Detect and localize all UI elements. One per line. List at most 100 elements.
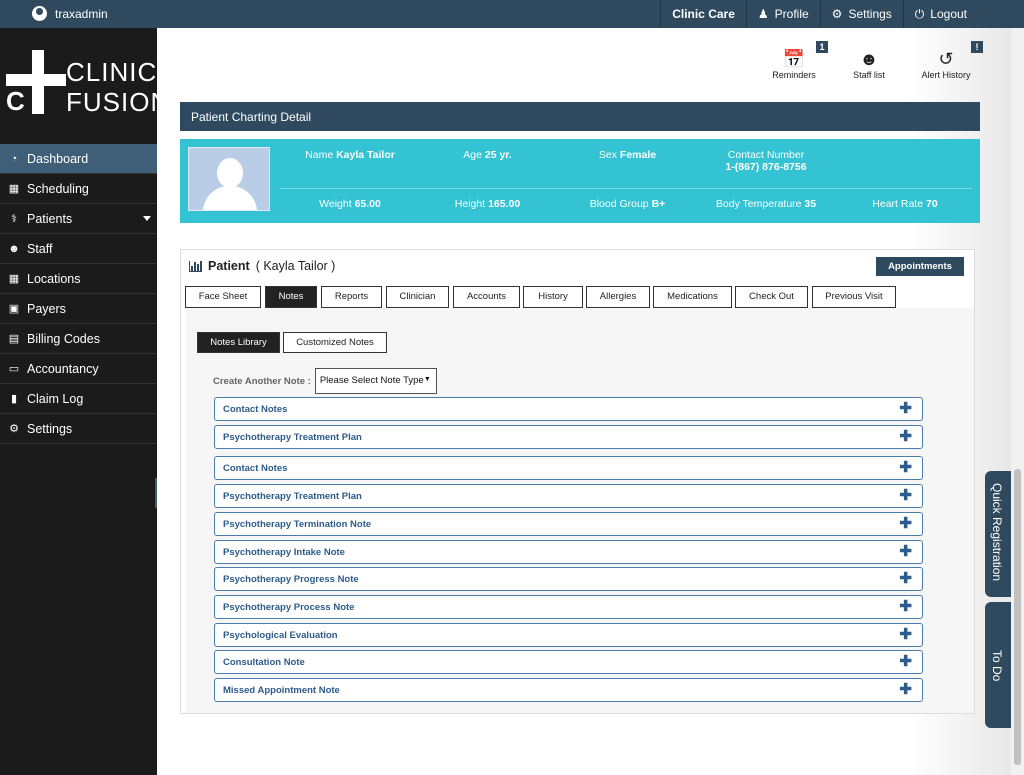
sidebar-item-label: Payers <box>27 301 66 316</box>
logout-label: Logout <box>930 7 967 21</box>
sidebar-item-locations[interactable]: ▦ Locations <box>0 264 157 294</box>
sidebar: C CLINIC FUSION ◔ Dashboard ▦ Scheduling ⚕… <box>0 28 169 775</box>
contact-label: Contact Number <box>727 149 805 161</box>
patient-age: 25 yr. <box>484 149 512 161</box>
hr-label: Heart Rate <box>872 198 924 210</box>
scrollbar[interactable] <box>1011 28 1024 775</box>
sex-label: Sex <box>598 149 617 161</box>
patient-sex-field: Sex Female <box>580 149 675 161</box>
clinic-fusion-logo[interactable]: C CLINIC FUSION <box>6 50 169 120</box>
clinic-care-label: Clinic Care <box>672 7 735 21</box>
note-item[interactable]: Psychotherapy Progress Note ✚ <box>214 567 923 591</box>
sidebar-item-settings[interactable]: ⚙ Settings <box>0 414 157 444</box>
avatar-head <box>217 158 243 188</box>
sidebar-item-dashboard[interactable]: ◔ Dashboard <box>0 144 157 174</box>
tab-clinician[interactable]: Clinician <box>386 286 449 308</box>
settings-label: Settings <box>848 7 892 21</box>
users-icon: ☻ <box>8 242 20 255</box>
sidebar-item-label: Dashboard <box>27 151 89 166</box>
note-item[interactable]: Consultation Note ✚ <box>214 650 923 674</box>
note-item[interactable]: Psychotherapy Termination Note ✚ <box>214 512 923 536</box>
note-type-select[interactable]: Please Select Note Type <box>314 368 437 394</box>
note-item[interactable]: Psychotherapy Treatment Plan ✚ <box>214 484 923 508</box>
settings-link[interactable]: ⚙ Settings <box>819 0 903 28</box>
plus-icon[interactable]: ✚ <box>899 488 912 504</box>
notes-content: Notes Library Customized Notes Create An… <box>186 308 974 713</box>
quick-registration-tab[interactable]: Quick Registration <box>985 471 1011 597</box>
reminders-button[interactable]: 📅 Reminders <box>770 48 818 80</box>
temp-label: Body Temperature <box>715 198 802 210</box>
plus-icon[interactable]: ✚ <box>899 544 912 560</box>
sidebar-item-payers[interactable]: ▣ Payers <box>0 294 157 324</box>
tab-check-out[interactable]: Check Out <box>735 286 808 308</box>
note-title: Psychotherapy Progress Note <box>223 574 359 585</box>
note-title: Contact Notes <box>223 463 288 474</box>
note-item[interactable]: Psychotherapy Process Note ✚ <box>214 595 923 619</box>
tab-reports[interactable]: Reports <box>321 286 382 308</box>
avatar <box>188 147 270 211</box>
plus-icon[interactable]: ✚ <box>899 627 912 643</box>
alert-history-button[interactable]: ↺ Alert History <box>916 48 976 80</box>
height-value: 165.00 <box>488 198 521 210</box>
note-item[interactable]: Psychological Evaluation ✚ <box>214 623 923 647</box>
note-item[interactable]: Contact Notes ✚ <box>214 456 923 480</box>
name-label: Name <box>305 149 334 161</box>
plus-icon[interactable]: ✚ <box>899 599 912 615</box>
note-title: Psychological Evaluation <box>223 630 338 641</box>
plus-icon[interactable]: ✚ <box>899 571 912 587</box>
profile-link[interactable]: ♟ Profile <box>745 0 820 28</box>
sidebar-item-label: Settings <box>27 421 73 436</box>
plus-icon[interactable]: ✚ <box>899 654 912 670</box>
sidebar-item-scheduling[interactable]: ▦ Scheduling <box>0 174 157 204</box>
plus-icon[interactable]: ✚ <box>899 460 912 476</box>
subtab-customized-notes[interactable]: Customized Notes <box>283 332 387 353</box>
patient-panel: Patient ( Kayla Tailor ) Appointments Fa… <box>180 249 975 714</box>
patient-title-label: Patient <box>208 259 250 273</box>
tab-history[interactable]: History <box>523 286 583 308</box>
to-do-tab[interactable]: To Do <box>985 602 1011 728</box>
alert-history-label: Alert History <box>921 70 971 80</box>
user-menu[interactable]: traxadmin <box>32 6 108 21</box>
tab-medications[interactable]: Medications <box>653 286 732 308</box>
appointments-button[interactable]: Appointments <box>876 257 964 276</box>
top-nav: Clinic Care ♟ Profile ⚙ Settings ⏻ Logout <box>660 0 978 28</box>
sidebar-item-claim-log[interactable]: ▮ Claim Log <box>0 384 157 414</box>
subtab-notes-library[interactable]: Notes Library <box>197 332 280 353</box>
stethoscope-icon: ⚕ <box>11 213 17 225</box>
sidebar-item-label: Patients <box>27 211 73 226</box>
patient-title-name: ( Kayla Tailor ) <box>255 259 336 273</box>
patient-contact-field: Contact Number 1-(867) 876-8756 <box>710 149 822 173</box>
note-item[interactable]: Missed Appointment Note ✚ <box>214 678 923 702</box>
blood-group-field: Blood Group B+ <box>575 198 680 210</box>
tab-face-sheet[interactable]: Face Sheet <box>185 286 261 308</box>
top-bar: traxadmin Clinic Care ♟ Profile ⚙ Settings… <box>0 0 1024 28</box>
plus-icon[interactable]: ✚ <box>899 682 912 698</box>
tab-notes[interactable]: Notes <box>265 286 317 314</box>
sidebar-item-billing-codes[interactable]: ▤ Billing Codes <box>0 324 157 354</box>
plus-icon[interactable]: ✚ <box>899 516 912 532</box>
sidebar-indicator <box>155 478 157 508</box>
tab-accounts[interactable]: Accounts <box>453 286 520 308</box>
scrollbar-thumb[interactable] <box>1014 469 1021 765</box>
note-item[interactable]: Psychotherapy Treatment Plan ✚ <box>214 425 923 449</box>
sidebar-item-patients[interactable]: ⚕ Patients <box>0 204 157 234</box>
reminders-badge: 1 <box>816 41 828 53</box>
tab-allergies[interactable]: Allergies <box>586 286 650 308</box>
note-title: Missed Appointment Note <box>223 685 340 696</box>
staff-list-button[interactable]: ☻ Staff list <box>846 48 892 80</box>
tab-previous-visit[interactable]: Previous Visit <box>812 286 896 308</box>
logout-link[interactable]: ⏻ Logout <box>902 0 978 28</box>
note-item[interactable]: Contact Notes ✚ <box>214 397 923 421</box>
calendar-icon: 📅 <box>782 49 806 69</box>
blood-value: B+ <box>651 198 666 210</box>
plus-icon[interactable]: ✚ <box>899 429 912 445</box>
note-item[interactable]: Psychotherapy Intake Note ✚ <box>214 540 923 564</box>
clinic-care-link[interactable]: Clinic Care <box>660 0 746 28</box>
avatar-body <box>203 186 257 210</box>
note-title: Psychotherapy Intake Note <box>223 547 345 558</box>
sidebar-item-label: Claim Log <box>27 391 84 406</box>
sidebar-item-accountancy[interactable]: ▭ Accountancy <box>0 354 157 384</box>
plus-icon[interactable]: ✚ <box>899 401 912 417</box>
profile-label: Profile <box>774 7 809 21</box>
sidebar-item-staff[interactable]: ☻ Staff <box>0 234 157 264</box>
